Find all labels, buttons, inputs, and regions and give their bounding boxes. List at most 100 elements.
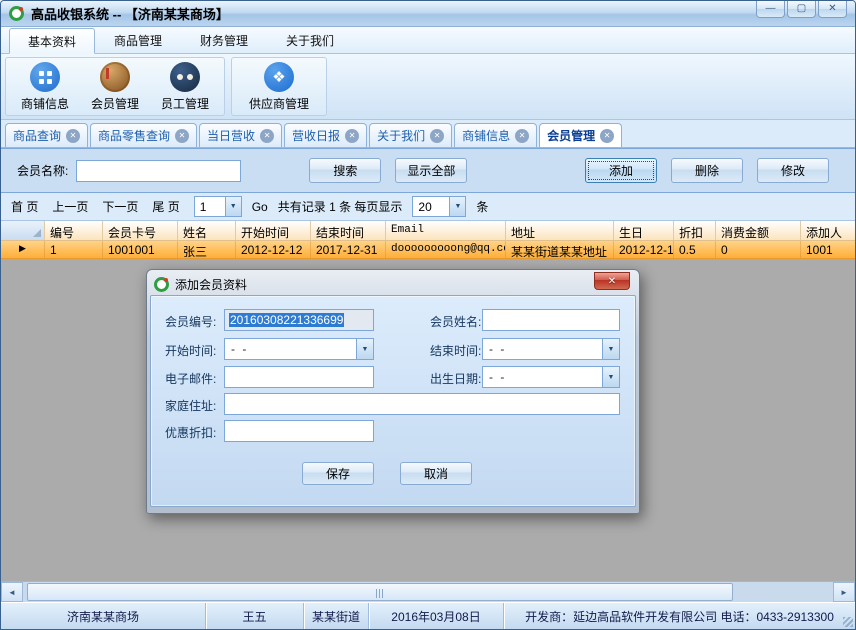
grid-header-cell[interactable]: 会员卡号 (103, 221, 178, 240)
app-logo-icon (9, 6, 24, 21)
dropdown-arrow-icon[interactable]: ▼ (602, 367, 619, 387)
toolbar-button-supplier[interactable]: ❖ 供应商管理 (236, 60, 322, 113)
row-indicator-icon: ▶ (1, 241, 45, 258)
doc-tab[interactable]: 商铺信息 ✕ (454, 123, 537, 147)
dlg-start-time-value: - - (225, 342, 356, 356)
delete-button[interactable]: 删除 (671, 158, 743, 183)
records-text: 共有记录 1 条 每页显示 (278, 198, 403, 215)
doc-tab[interactable]: 商品零售查询 ✕ (90, 123, 197, 147)
grid-cell[interactable]: 1001 (801, 241, 856, 258)
page-number-combo[interactable]: 1 ▼ (194, 196, 242, 217)
minimize-button[interactable]: — (756, 1, 785, 18)
grid-header-cell[interactable]: 消费金额 (716, 221, 801, 240)
tab-close-icon[interactable]: ✕ (430, 129, 444, 143)
grid-cell[interactable]: 1 (45, 241, 103, 258)
go-label[interactable]: Go (252, 200, 268, 214)
cancel-button[interactable]: 取消 (400, 462, 472, 485)
toolbar-button[interactable]: 商铺信息 (10, 60, 80, 113)
tab-close-icon[interactable]: ✕ (345, 129, 359, 143)
grid-header-cell[interactable]: 编号 (45, 221, 103, 240)
grid-cell[interactable]: 某某街道某某地址 (506, 241, 614, 258)
dlg-address-input[interactable] (224, 393, 620, 415)
grid-header-cell[interactable]: 姓名 (178, 221, 236, 240)
toolbar-button-label: 商铺信息 (21, 95, 69, 112)
grid-cell[interactable]: 2012-12-12 (236, 241, 311, 258)
dropdown-arrow-icon[interactable]: ▼ (602, 339, 619, 359)
grid-corner-cell[interactable] (1, 221, 45, 240)
show-all-button[interactable]: 显示全部 (395, 158, 467, 183)
doc-tab[interactable]: 会员管理 ✕ (539, 123, 622, 147)
maximize-button[interactable]: ▢ (787, 1, 816, 18)
dlg-birth-date-combo[interactable]: - - ▼ (482, 366, 620, 388)
dlg-member-name-input[interactable] (482, 309, 620, 331)
doc-tab-label: 商品查询 (13, 127, 61, 144)
title-bar: 高品收银系统 -- 【济南某某商场】 — ▢ ✕ (1, 1, 855, 27)
tab-close-icon[interactable]: ✕ (515, 129, 529, 143)
scroll-thumb[interactable] (27, 583, 733, 601)
prev-page-link[interactable]: 上一页 (52, 198, 88, 215)
dropdown-arrow-icon[interactable]: ▼ (449, 197, 465, 216)
close-button[interactable]: ✕ (818, 1, 847, 18)
tab-close-icon[interactable]: ✕ (175, 129, 189, 143)
toolbar-button-icon (30, 62, 60, 92)
page-number-value: 1 (195, 200, 225, 214)
grid-cell[interactable]: 2012-12-12 (614, 241, 674, 258)
dropdown-arrow-icon[interactable]: ▼ (225, 197, 241, 216)
grid-header-cell[interactable]: Email (386, 221, 506, 240)
tab-close-icon[interactable]: ✕ (600, 129, 614, 143)
dlg-birth-date-value: - - (483, 370, 602, 384)
toolbar-button-label: 员工管理 (161, 95, 209, 112)
grid-data-row[interactable]: ▶ 1 1001001 张三 2012-12-12 2017-12-31 doo… (1, 241, 855, 259)
grid-cell[interactable]: 0.5 (674, 241, 716, 258)
dlg-member-name-label: 会员姓名: (430, 313, 481, 330)
grid-cell[interactable]: dooooooooong@qq.com (386, 241, 506, 258)
page-size-combo[interactable]: 20 ▼ (412, 196, 466, 217)
filter-bar: 会员名称: 搜索 显示全部 添加 删除 修改 (1, 148, 855, 193)
menu-tab[interactable]: 关于我们 (267, 27, 353, 53)
menu-tab[interactable]: 商品管理 (95, 27, 181, 53)
last-page-link[interactable]: 尾 页 (152, 198, 179, 215)
grid-header-cell[interactable]: 地址 (506, 221, 614, 240)
modify-button[interactable]: 修改 (757, 158, 829, 183)
h-scrollbar[interactable]: ◄ ► (1, 581, 855, 602)
dlg-start-time-combo[interactable]: - - ▼ (224, 338, 374, 360)
toolbar-button[interactable]: 员工管理 (150, 60, 220, 113)
scroll-left-arrow-icon[interactable]: ◄ (1, 582, 23, 602)
menu-tab[interactable]: 财务管理 (181, 27, 267, 53)
scroll-track[interactable] (733, 582, 833, 602)
tab-close-icon[interactable]: ✕ (66, 129, 80, 143)
grid-cell[interactable]: 张三 (178, 241, 236, 258)
tab-close-icon[interactable]: ✕ (260, 129, 274, 143)
menu-tab[interactable]: 基本资料 (9, 28, 95, 54)
dlg-birth-date-label: 出生日期: (430, 370, 481, 387)
doc-tab-label: 会员管理 (547, 127, 595, 144)
scroll-right-arrow-icon[interactable]: ► (833, 582, 855, 602)
dlg-discount-input[interactable] (224, 420, 374, 442)
doc-tab[interactable]: 关于我们 ✕ (369, 123, 452, 147)
first-page-link[interactable]: 首 页 (11, 198, 38, 215)
grid-cell[interactable]: 1001001 (103, 241, 178, 258)
grid-header-cell[interactable]: 折扣 (674, 221, 716, 240)
doc-tab[interactable]: 当日营收 ✕ (199, 123, 282, 147)
next-page-link[interactable]: 下一页 (102, 198, 138, 215)
add-button[interactable]: 添加 (585, 158, 657, 183)
status-user: 王五 (206, 603, 304, 629)
grid-cell[interactable]: 0 (716, 241, 801, 258)
search-button[interactable]: 搜索 (309, 158, 381, 183)
member-name-input[interactable] (76, 160, 241, 182)
grid-header-cell[interactable]: 结束时间 (311, 221, 386, 240)
toolbar-button[interactable]: 会员管理 (80, 60, 150, 113)
dlg-end-time-combo[interactable]: - - ▼ (482, 338, 620, 360)
resize-grip[interactable] (843, 617, 853, 627)
save-button[interactable]: 保存 (302, 462, 374, 485)
grid-header-cell[interactable]: 生日 (614, 221, 674, 240)
dlg-email-input[interactable] (224, 366, 374, 388)
doc-tab[interactable]: 商品查询 ✕ (5, 123, 88, 147)
grid-header-cell[interactable]: 添加人 (801, 221, 856, 240)
doc-tab[interactable]: 营收日报 ✕ (284, 123, 367, 147)
dialog-close-button[interactable]: ✕ (594, 272, 630, 290)
grid-cell[interactable]: 2017-12-31 (311, 241, 386, 258)
grid-header-cell[interactable]: 开始时间 (236, 221, 311, 240)
dropdown-arrow-icon[interactable]: ▼ (356, 339, 373, 359)
dlg-member-no-input[interactable]: 20160308221336699 (224, 309, 374, 331)
